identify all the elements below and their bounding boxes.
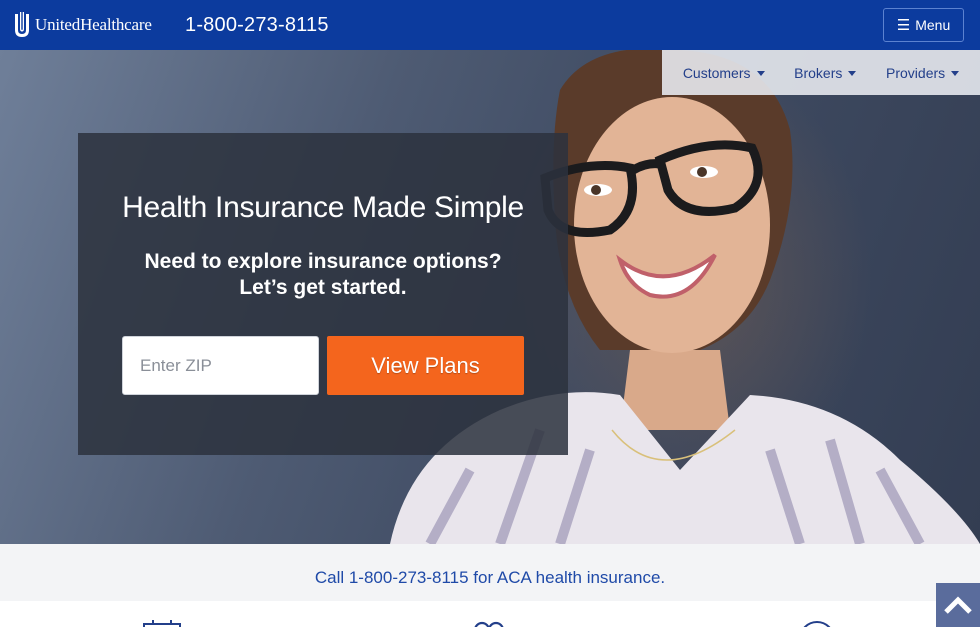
features-section [0, 601, 980, 627]
zip-input[interactable] [122, 336, 319, 395]
subnav-item-label: Brokers [794, 64, 843, 81]
audience-subnav: Customers Brokers Providers [662, 50, 980, 95]
calendar-icon [143, 620, 181, 627]
promo-subtitle: Need to explore insurance options? Let’s… [78, 249, 568, 301]
promo-subtitle-line1: Need to explore insurance options? [144, 250, 502, 273]
caret-down-icon [756, 71, 765, 76]
menu-button[interactable]: ☰ Menu [883, 8, 964, 42]
promo-subtitle-line2: Let’s get started. [239, 276, 407, 299]
top-header: UnitedHealthcare 1-800-273-8115 ☰ Menu [0, 0, 980, 50]
subnav-item-providers[interactable]: Providers [886, 64, 960, 81]
subnav-item-customers[interactable]: Customers [683, 65, 765, 81]
subnav-item-label: Customers [682, 64, 751, 81]
promo-panel: Health Insurance Made Simple Need to exp… [78, 133, 568, 455]
logo-text: UnitedHealthcare [35, 15, 152, 34]
subnav-item-brokers[interactable]: Brokers [794, 64, 857, 81]
hero-banner: Customers Brokers Providers Health Insur… [0, 50, 980, 544]
subnav-item-label: Providers [886, 64, 946, 81]
view-plans-button[interactable]: View Plans [327, 336, 524, 395]
chevron-up-icon [944, 596, 972, 614]
caret-down-icon [951, 71, 960, 76]
aca-call-link[interactable]: Call 1-800-273-8115 for ACA health insur… [315, 568, 665, 588]
promo-title: Health Insurance Made Simple [122, 191, 524, 224]
aca-call-bar: Call 1-800-273-8115 for ACA health insur… [0, 544, 980, 601]
caret-down-icon [848, 71, 857, 76]
people-icon [474, 621, 504, 627]
header-phone-number[interactable]: 1-800-273-8115 [185, 14, 329, 37]
unitedhealthcare-logo[interactable]: UnitedHealthcare [14, 11, 152, 39]
logo-mark-icon [15, 12, 29, 37]
menu-button-label: Menu [915, 17, 951, 33]
back-to-top-button[interactable] [936, 583, 980, 627]
hamburger-icon: ☰ [896, 17, 911, 34]
circle-icon [803, 621, 831, 627]
